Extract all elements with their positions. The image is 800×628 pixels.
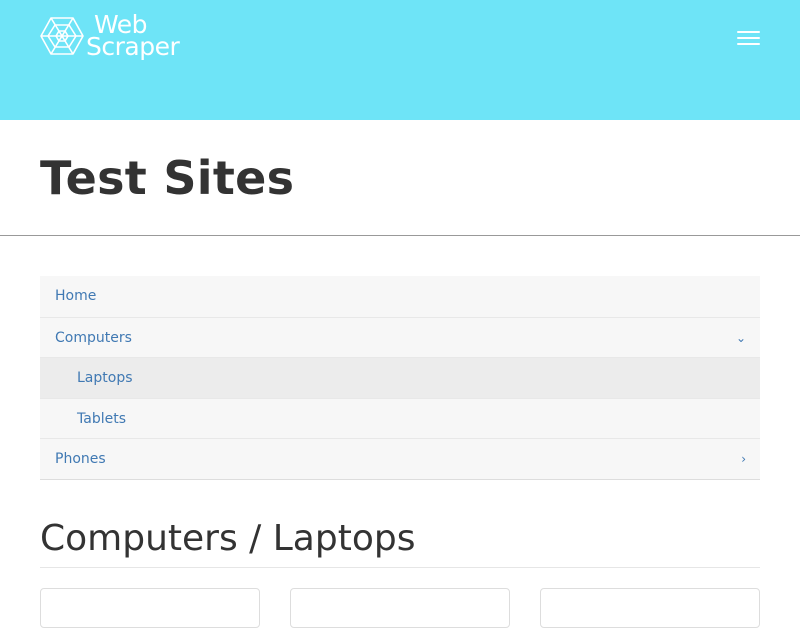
spider-web-icon — [40, 17, 84, 55]
chevron-right-icon: › — [741, 452, 746, 466]
sidebar-nav: Home Computers ⌄ Laptops Tablets Phones … — [40, 276, 760, 480]
category-title: Computers / Laptops — [40, 518, 416, 559]
sidebar-item-phones[interactable]: Phones › — [40, 438, 760, 479]
sidebar-item-label: Computers — [55, 329, 132, 346]
sidebar-item-label: Laptops — [77, 370, 133, 386]
logo-wordmark: Web Scraper — [86, 12, 180, 61]
sidebar-item-laptops[interactable]: Laptops — [40, 357, 760, 398]
product-card[interactable] — [290, 588, 510, 628]
hamburger-bar — [737, 43, 760, 45]
hamburger-bar — [737, 37, 760, 39]
product-card[interactable] — [540, 588, 760, 628]
site-logo[interactable]: Web Scraper — [40, 12, 180, 61]
sidebar-item-label: Tablets — [77, 410, 126, 427]
product-card[interactable] — [40, 588, 260, 628]
chevron-down-icon: ⌄ — [735, 330, 746, 345]
logo-text-line2: Scraper — [86, 32, 180, 61]
sidebar-item-label: Home — [55, 288, 97, 304]
sidebar-item-label: Phones — [55, 451, 106, 467]
page-title: Test Sites — [40, 151, 295, 205]
sidebar-item-computers[interactable]: Computers ⌄ — [40, 316, 760, 357]
hamburger-bar — [737, 31, 760, 33]
divider — [40, 567, 760, 568]
sidebar-item-home[interactable]: Home — [40, 276, 760, 317]
hamburger-menu-icon[interactable] — [737, 30, 761, 46]
sidebar-item-tablets[interactable]: Tablets — [40, 397, 760, 438]
site-header: Web Scraper — [0, 0, 800, 120]
